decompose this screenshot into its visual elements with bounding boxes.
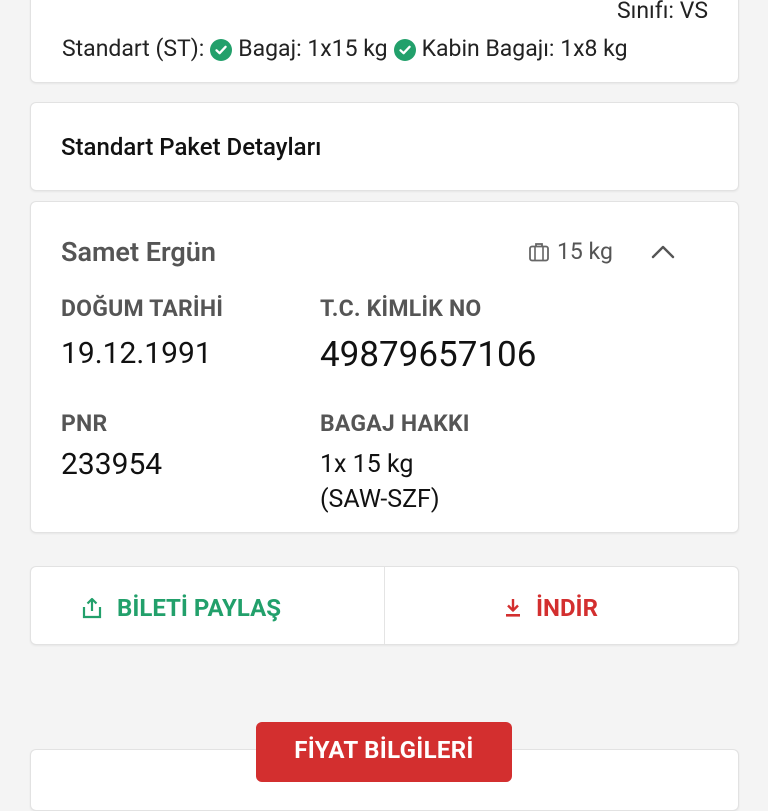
tc-id-value: 49879657106	[320, 334, 537, 375]
action-divider	[384, 567, 385, 644]
share-ticket-label: BİLETİ PAYLAŞ	[117, 594, 281, 622]
luggage-weight: 15 kg	[557, 238, 613, 265]
fare-baggage-line: Standart (ST): Bagaj: 1x15 kg Kabin Baga…	[62, 35, 628, 62]
passenger-name: Samet Ergün	[61, 236, 216, 268]
fare-summary-card: Sınıfı: VS Standart (ST): Bagaj: 1x15 kg…	[30, 0, 739, 83]
baggage-allowance-label: BAGAJ HAKKI	[320, 410, 470, 437]
tc-id-label: T.C. KİMLİK NO	[320, 295, 482, 322]
passenger-card: Samet Ergün 15 kg DOĞUM TARİHİ 19.12.199…	[30, 201, 739, 533]
share-ticket-button[interactable]: BİLETİ PAYLAŞ	[81, 594, 281, 622]
price-info-tab[interactable]: FİYAT BİLGİLERİ	[256, 722, 512, 782]
birth-date-label: DOĞUM TARİHİ	[61, 295, 224, 322]
package-details-card[interactable]: Standart Paket Detayları	[30, 102, 739, 191]
pnr-label: PNR	[61, 410, 108, 437]
download-label: İNDİR	[536, 594, 598, 622]
baggage-allowance-text: Bagaj: 1x15 kg	[238, 35, 388, 62]
passenger-luggage: 15 kg	[527, 238, 613, 265]
download-icon	[506, 599, 520, 617]
birth-date-value: 19.12.1991	[61, 336, 212, 371]
package-details-title: Standart Paket Detayları	[61, 133, 322, 161]
chevron-up-icon[interactable]	[649, 238, 677, 270]
pnr-value: 233954	[61, 447, 163, 482]
check-circle-icon	[393, 38, 416, 61]
class-text: Sınıfı: VS	[616, 0, 708, 24]
fare-type-label: Standart (ST):	[62, 35, 205, 62]
cabin-baggage-text: Kabin Bagajı: 1x8 kg	[421, 35, 628, 62]
share-icon	[82, 597, 102, 619]
check-circle-icon	[210, 38, 233, 61]
baggage-allowance-route: (SAW-SZF)	[320, 485, 440, 514]
download-button[interactable]: İNDİR	[504, 594, 598, 622]
suitcase-icon	[529, 242, 549, 261]
baggage-allowance-weight: 1x 15 kg	[320, 450, 414, 479]
ticket-actions-card: BİLETİ PAYLAŞ İNDİR	[30, 566, 739, 645]
